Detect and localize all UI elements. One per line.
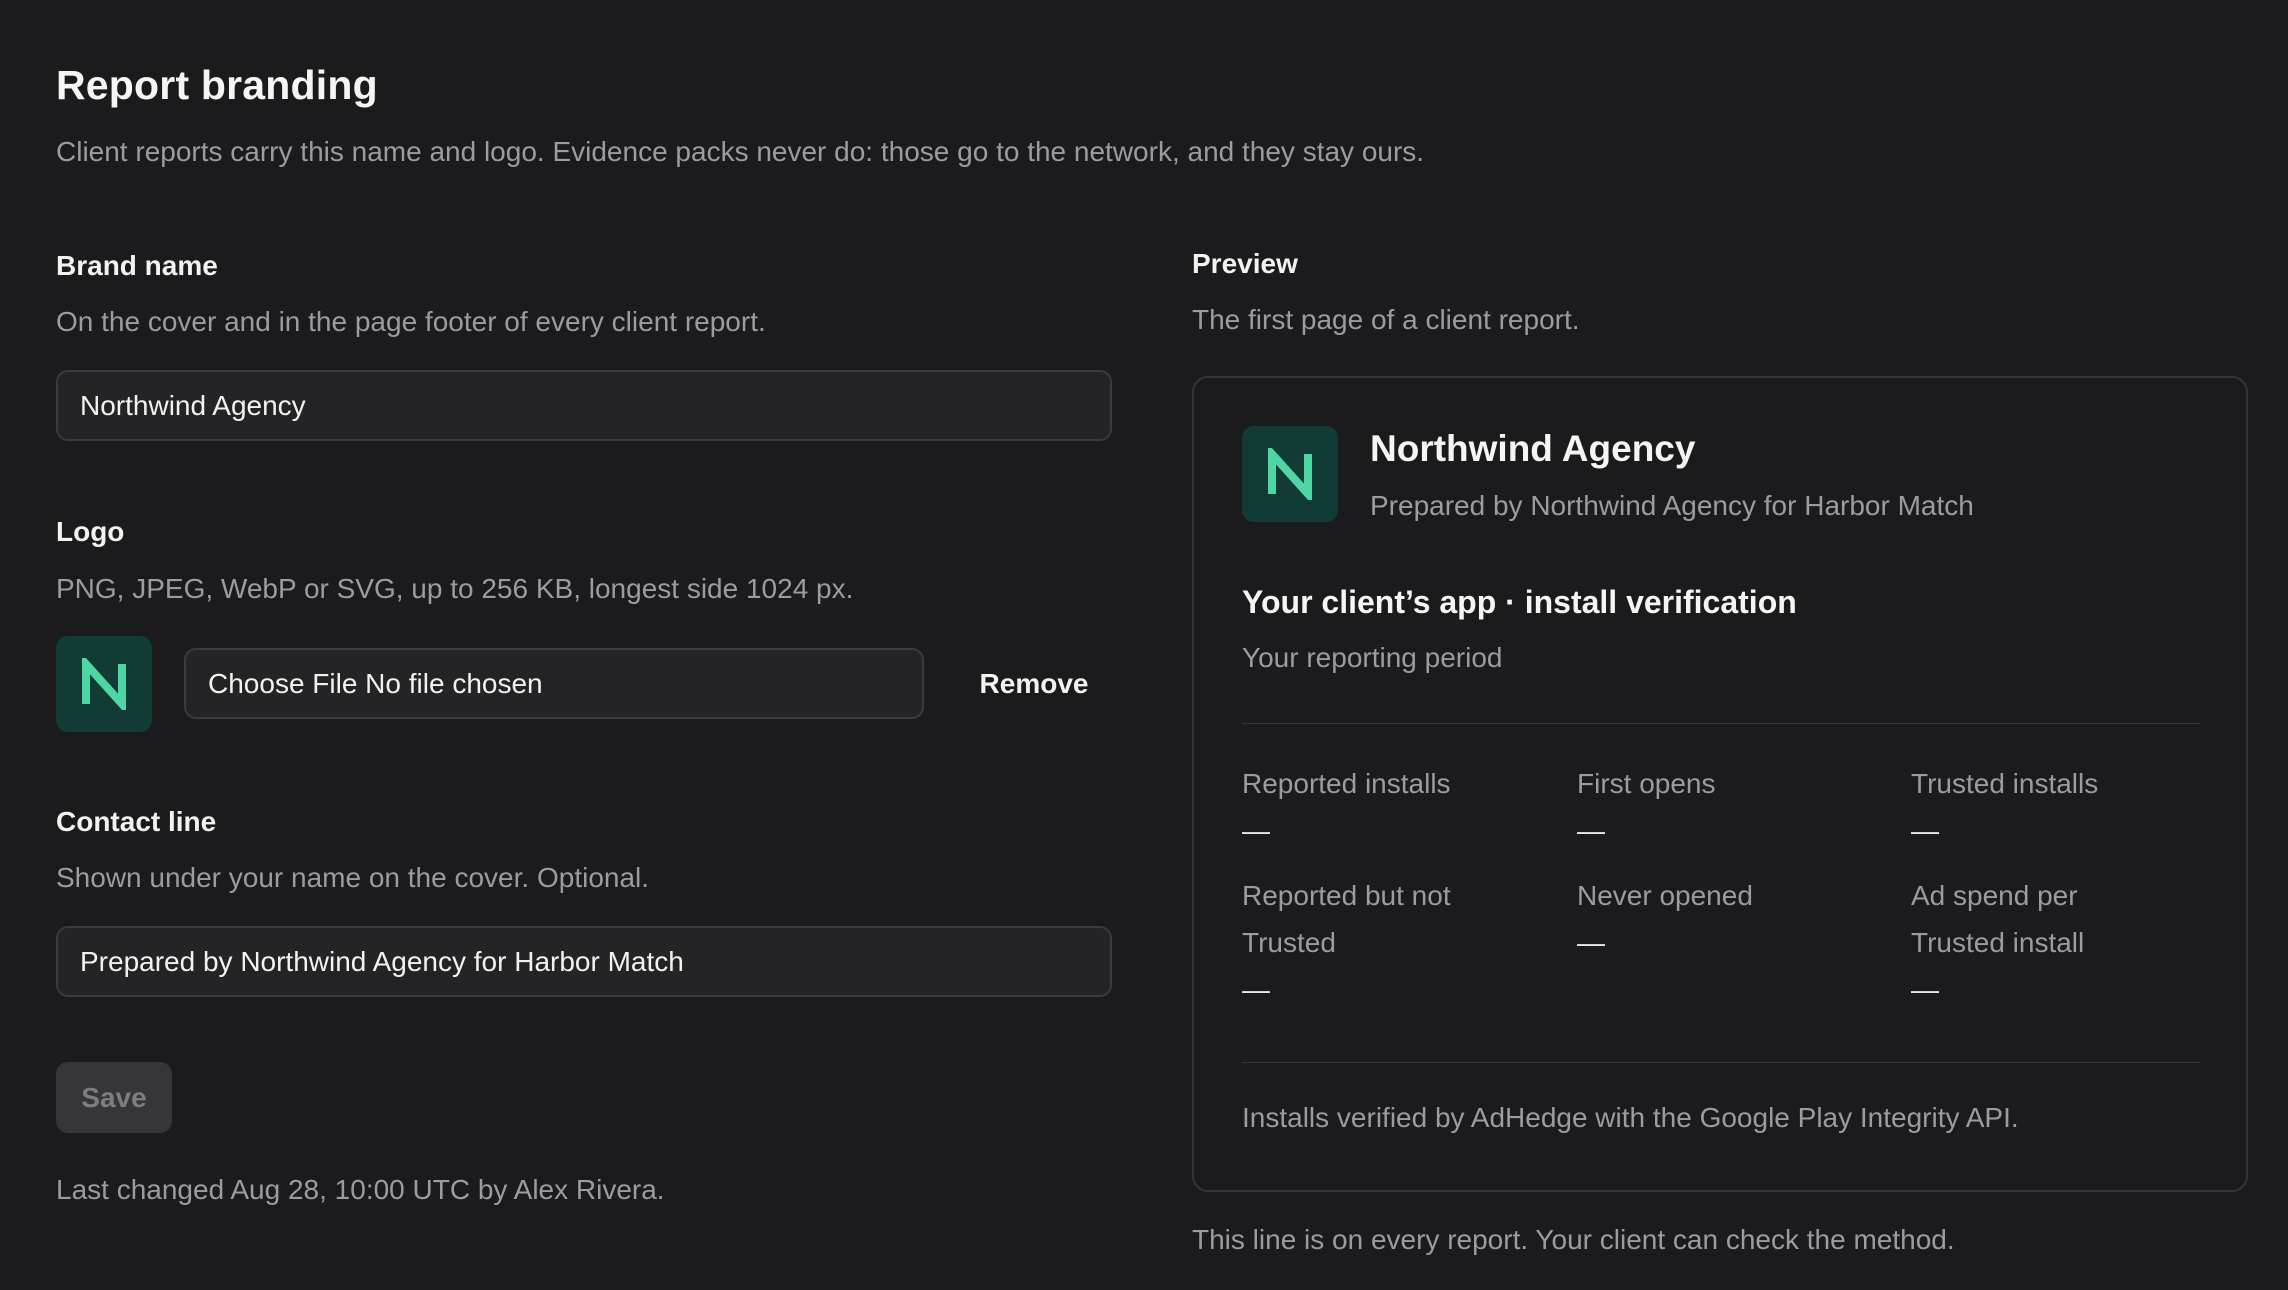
preview-help: The first page of a client report. (1192, 304, 1580, 335)
contact-line-help: Shown under your name on the cover. Opti… (56, 862, 650, 893)
metric-trusted-installs: Trusted installs — (1911, 760, 2211, 855)
preview-reporting-period: Your reporting period (1242, 642, 1503, 673)
preview-contact-line: Prepared by Northwind Agency for Harbor … (1370, 490, 1974, 521)
contact-line-label: Contact line (56, 806, 217, 837)
logo-file-input[interactable]: Choose File No file chosen (184, 648, 924, 719)
brand-name-input[interactable]: Northwind Agency (56, 370, 1112, 441)
contact-line-input[interactable]: Prepared by Northwind Agency for Harbor … (56, 926, 1112, 997)
preview-verification-footer: Installs verified by AdHedge with the Go… (1242, 1102, 2019, 1133)
metric-first-opens: First opens — (1577, 760, 1877, 855)
metric-value: — (1242, 974, 1270, 1005)
metric-label: Reported but not Trusted (1242, 880, 1451, 958)
brand-name-label: Brand name (56, 250, 218, 281)
metric-label: Never opened (1577, 880, 1753, 911)
metric-reported-not-trusted: Reported but not Trusted — (1242, 872, 1482, 1014)
file-input-text: Choose File No file chosen (208, 667, 543, 699)
metric-ad-spend-per-trusted-install: Ad spend per Trusted install — (1911, 872, 2151, 1014)
metric-value: — (1577, 927, 1605, 958)
preview-label: Preview (1192, 248, 1298, 279)
contact-line-value: Prepared by Northwind Agency for Harbor … (80, 945, 684, 977)
metric-value: — (1911, 815, 1939, 846)
logo-help: PNG, JPEG, WebP or SVG, up to 256 KB, lo… (56, 573, 854, 604)
preview-logo (1242, 426, 1338, 522)
report-branding-page: Report branding Client reports carry thi… (0, 0, 2288, 1290)
preview-note: This line is on every report. Your clien… (1192, 1224, 1955, 1255)
metric-value: — (1577, 815, 1605, 846)
report-preview-card: Northwind Agency Prepared by Northwind A… (1192, 376, 2248, 1192)
remove-logo-button[interactable]: Remove (956, 648, 1112, 719)
last-changed-text: Last changed Aug 28, 10:00 UTC by Alex R… (56, 1174, 665, 1205)
preview-report-heading: Your client’s app · install verification (1242, 584, 1797, 620)
brand-name-value: Northwind Agency (80, 389, 306, 421)
metric-label: Reported installs (1242, 768, 1451, 799)
logo-thumbnail (56, 636, 152, 732)
save-button[interactable]: Save (56, 1062, 172, 1133)
metric-label: First opens (1577, 768, 1716, 799)
logo-label: Logo (56, 516, 125, 547)
brand-name-help: On the cover and in the page footer of e… (56, 306, 766, 337)
metric-never-opened: Never opened — (1577, 872, 1877, 967)
preview-logo-n-icon (1268, 448, 1312, 500)
preview-divider-top (1242, 723, 2200, 724)
preview-divider-bottom (1242, 1062, 2200, 1063)
metric-value: — (1242, 815, 1270, 846)
preview-brand-name: Northwind Agency (1370, 428, 1696, 469)
page-title: Report branding (56, 62, 378, 108)
logo-n-icon (82, 658, 126, 710)
metric-value: — (1911, 974, 1939, 1005)
page-subtitle: Client reports carry this name and logo.… (56, 136, 1425, 167)
metric-reported-installs: Reported installs — (1242, 760, 1542, 855)
metric-label: Ad spend per Trusted install (1911, 880, 2085, 958)
metric-label: Trusted installs (1911, 768, 2099, 799)
